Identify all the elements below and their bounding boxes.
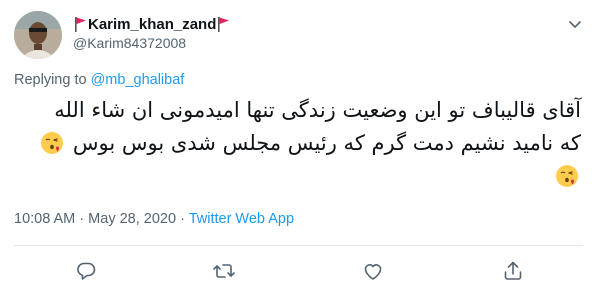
tweet-text: آقای قالیباف تو این وضعیت زندگی تنها امی… [11,94,581,193]
replying-to-label: Replying to [14,72,87,88]
like-button[interactable] [361,259,385,283]
red-flag-icon [75,16,86,32]
action-bar [0,256,597,286]
face-blowing-kiss-emoji-icon [556,165,578,187]
divider [14,245,583,246]
author-display-name[interactable]: Karim_khan_zand [88,16,216,33]
meta-separator: · [79,211,85,227]
reply-button[interactable] [74,259,98,283]
author-name-row[interactable]: Karim_khan_zand [73,14,231,34]
share-icon [504,261,522,280]
red-flag-icon [218,16,230,32]
tweet-date[interactable]: May 28, 2020 [88,211,176,227]
reply-icon [77,262,96,280]
avatar[interactable] [14,11,62,59]
tweet-time[interactable]: 10:08 AM [14,211,75,227]
like-icon [364,264,382,280]
meta-separator: · [180,211,185,227]
tweet-card: Karim_khan_zand @Karim84372008 Replying … [0,0,597,294]
tweet-text-line-1: آقای قالیباف تو این وضعیت زندگی تنها امی… [54,98,581,122]
avatar-photo-icon [14,11,62,59]
tweet-text-line-2: که نامید نشیم دمت گرم که رئیس مجلس شدی ب… [72,131,581,155]
reply-mention-link[interactable]: @mb_ghalibaf [91,72,185,88]
retweet-button[interactable] [212,259,236,283]
share-button[interactable] [501,259,525,283]
tweet-meta: 10:08 AM · May 28, 2020 · Twitter Web Ap… [14,211,294,227]
retweet-icon [213,264,235,278]
source-app-link[interactable]: Twitter Web App [189,211,294,227]
chevron-down-icon[interactable] [565,14,585,34]
author-handle[interactable]: @Karim84372008 [73,35,186,51]
replying-to: Replying to @mb_ghalibaf [14,72,184,88]
face-blowing-kiss-emoji-icon [41,132,64,154]
tweet-text-line-3-row [11,160,581,193]
tweet-text-line-2-row: که نامید نشیم دمت گرم که رئیس مجلس شدی ب… [11,127,581,160]
